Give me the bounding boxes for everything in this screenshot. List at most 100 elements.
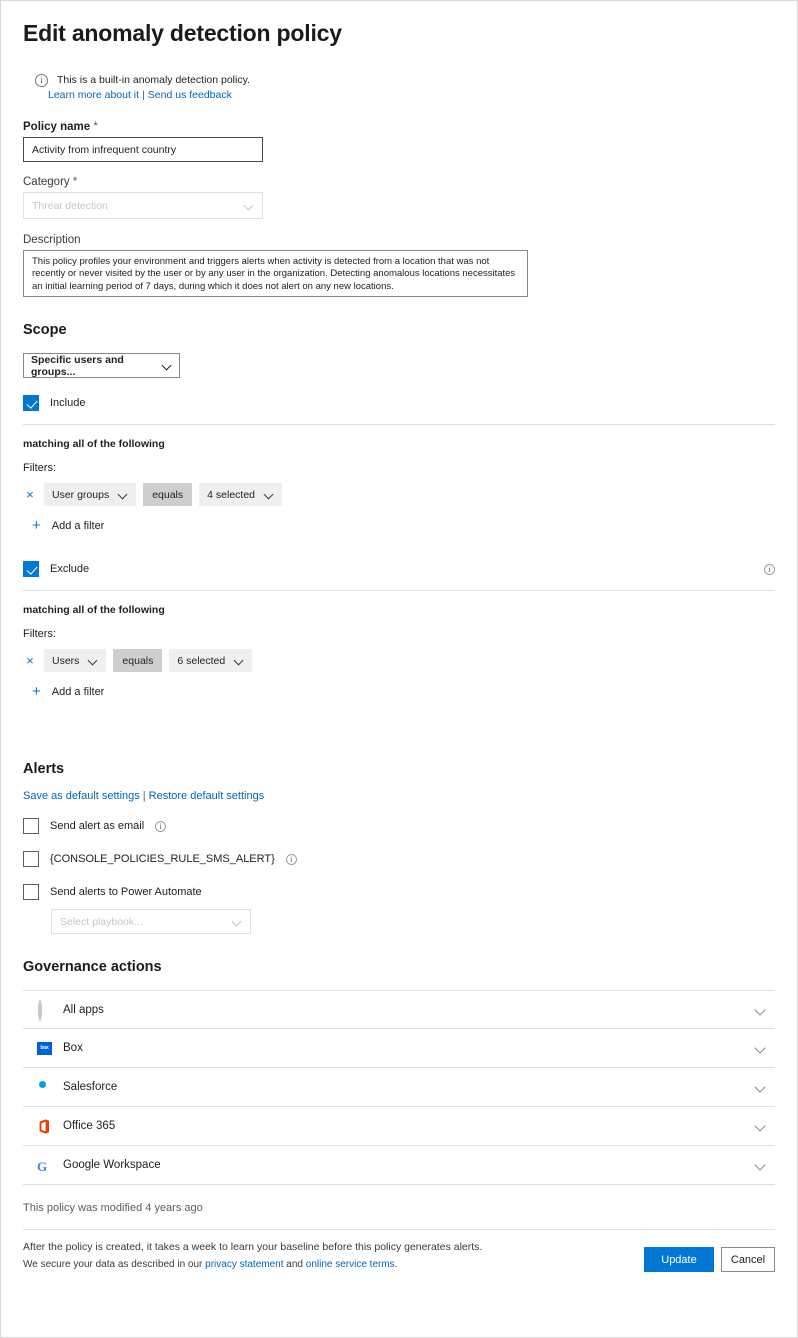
send-alert-email-label: Send alert as email xyxy=(50,820,145,832)
salesforce-icon xyxy=(37,1080,52,1095)
governance-row-salesforce[interactable]: Salesforce xyxy=(23,1068,775,1107)
scope-target-value: Specific users and groups... xyxy=(31,353,124,378)
footer-legal-line2: We secure your data as described in our … xyxy=(23,1256,482,1273)
exclude-checkbox[interactable] xyxy=(23,561,39,577)
chevron-down-icon xyxy=(233,917,242,926)
online-service-terms-link[interactable]: online service terms xyxy=(306,1259,395,1270)
policy-name-input[interactable]: Activity from infrequent country xyxy=(23,137,263,162)
chevron-down-icon[interactable] xyxy=(756,1121,766,1131)
filter-value-text: 4 selected xyxy=(207,488,256,501)
send-alert-sms-checkbox[interactable] xyxy=(23,851,39,867)
remove-filter-icon[interactable]: × xyxy=(23,487,37,502)
chevron-down-icon xyxy=(163,361,172,370)
send-alerts-power-automate-checkbox[interactable] xyxy=(23,884,39,900)
include-label: Include xyxy=(50,397,86,409)
send-feedback-link[interactable]: Send us feedback xyxy=(148,89,232,101)
governance-row-all-apps[interactable]: All apps xyxy=(23,990,775,1029)
policy-modified-text: This policy was modified 4 years ago xyxy=(23,1202,203,1214)
filter-field-select[interactable]: Users xyxy=(44,649,107,672)
policy-name-label: Policy name * xyxy=(23,121,775,133)
office365-icon xyxy=(37,1118,52,1134)
filter-field-value: User groups xyxy=(52,488,110,501)
edit-policy-page: Edit anomaly detection policy i This is … xyxy=(0,0,798,1338)
governance-row-left: box Box xyxy=(37,1041,83,1056)
send-alert-sms-label: {CONSOLE_POLICIES_RULE_SMS_ALERT} xyxy=(50,853,275,865)
legal-mid: and xyxy=(283,1259,306,1270)
send-alert-sms-row[interactable]: {CONSOLE_POLICIES_RULE_SMS_ALERT} i xyxy=(23,851,775,867)
info-icon[interactable]: i xyxy=(285,853,297,865)
governance-row-google-workspace[interactable]: G Google Workspace xyxy=(23,1146,775,1185)
save-default-settings-link[interactable]: Save as default settings xyxy=(23,790,140,802)
box-icon: box xyxy=(37,1041,52,1056)
learn-more-link[interactable]: Learn more about it xyxy=(48,89,139,101)
info-icon[interactable]: i xyxy=(155,820,167,832)
send-alert-email-row[interactable]: Send alert as email i xyxy=(23,818,775,834)
chevron-down-icon xyxy=(119,490,128,499)
category-select-value: Threat detection xyxy=(32,199,108,212)
include-divider xyxy=(23,424,775,425)
legal-prefix: We secure your data as described in our xyxy=(23,1259,206,1270)
chevron-down-icon[interactable] xyxy=(756,1043,766,1053)
exclude-matching-text: matching all of the following xyxy=(23,604,165,616)
include-checkbox[interactable] xyxy=(23,395,39,411)
chevron-down-icon xyxy=(235,656,244,665)
exclude-checkbox-row[interactable]: Exclude i xyxy=(23,561,775,577)
required-asterisk: * xyxy=(93,121,98,133)
include-filter-row: × User groups equals 4 selected xyxy=(23,483,775,506)
add-filter-label: Add a filter xyxy=(51,686,105,698)
include-add-filter-button[interactable]: + Add a filter xyxy=(32,517,775,534)
plus-icon: + xyxy=(32,517,41,534)
policy-name-label-text: Policy name xyxy=(23,121,91,133)
exclude-divider xyxy=(23,590,775,591)
filter-value-select[interactable]: 6 selected xyxy=(169,649,253,672)
footer-buttons: Update Cancel xyxy=(644,1239,775,1272)
governance-row-left: G Google Workspace xyxy=(37,1158,161,1174)
chevron-down-icon[interactable] xyxy=(756,1160,766,1170)
filter-value-select[interactable]: 4 selected xyxy=(199,483,283,506)
filter-value-text: 6 selected xyxy=(177,654,226,667)
chevron-down-icon[interactable] xyxy=(756,1082,766,1092)
scope-target-select[interactable]: Specific users and groups... xyxy=(23,353,180,378)
governance-accordion: All apps box Box Salesforce Office 365 G… xyxy=(23,990,775,1185)
exclude-add-filter-button[interactable]: + Add a filter xyxy=(32,683,775,700)
send-alerts-power-automate-row[interactable]: Send alerts to Power Automate xyxy=(23,884,775,900)
filter-operator[interactable]: equals xyxy=(113,649,163,672)
governance-row-left: Salesforce xyxy=(37,1080,117,1095)
include-filters-label: Filters: xyxy=(23,462,56,474)
send-alert-email-checkbox[interactable] xyxy=(23,818,39,834)
cancel-button[interactable]: Cancel xyxy=(721,1247,775,1272)
governance-row-label: Box xyxy=(63,1042,83,1054)
governance-row-office365[interactable]: Office 365 xyxy=(23,1107,775,1146)
governance-row-label: Salesforce xyxy=(63,1081,118,1093)
update-button[interactable]: Update xyxy=(644,1247,714,1272)
filter-operator[interactable]: equals xyxy=(143,483,193,506)
page-title: Edit anomaly detection policy xyxy=(23,20,342,46)
include-checkbox-row[interactable]: Include xyxy=(23,395,775,411)
add-filter-label: Add a filter xyxy=(51,520,105,532)
playbook-select[interactable]: Select playbook... xyxy=(51,909,251,934)
link-separator: | xyxy=(142,89,145,101)
link-separator: | xyxy=(142,790,146,802)
privacy-statement-link[interactable]: privacy statement xyxy=(205,1259,283,1270)
send-alerts-power-automate-label: Send alerts to Power Automate xyxy=(50,886,202,898)
governance-row-label: All apps xyxy=(63,1003,104,1016)
plus-icon: + xyxy=(32,683,41,700)
description-textarea[interactable]: This policy profiles your environment an… xyxy=(23,250,528,297)
footer-legal-line1: After the policy is created, it takes a … xyxy=(23,1241,483,1253)
include-matching-text: matching all of the following xyxy=(23,438,165,450)
restore-default-settings-link[interactable]: Restore default settings xyxy=(149,790,265,802)
alerts-default-links: Save as default settings | Restore default… xyxy=(23,790,775,802)
governance-section-title: Governance actions xyxy=(23,959,162,975)
remove-filter-icon[interactable]: × xyxy=(23,653,37,668)
category-label-text: Category xyxy=(23,176,70,188)
scope-section-title: Scope xyxy=(23,322,67,338)
governance-row-box[interactable]: box Box xyxy=(23,1029,775,1068)
filter-field-select[interactable]: User groups xyxy=(44,483,137,506)
builtin-policy-notice: i This is a built-in anomaly detection p… xyxy=(35,73,775,101)
required-asterisk: * xyxy=(72,176,78,188)
all-apps-icon xyxy=(37,1000,52,1021)
info-icon[interactable]: i xyxy=(764,563,775,575)
exclude-check-group[interactable]: Exclude xyxy=(23,561,89,577)
chevron-down-icon[interactable] xyxy=(756,1005,766,1015)
chevron-down-icon xyxy=(245,201,254,210)
